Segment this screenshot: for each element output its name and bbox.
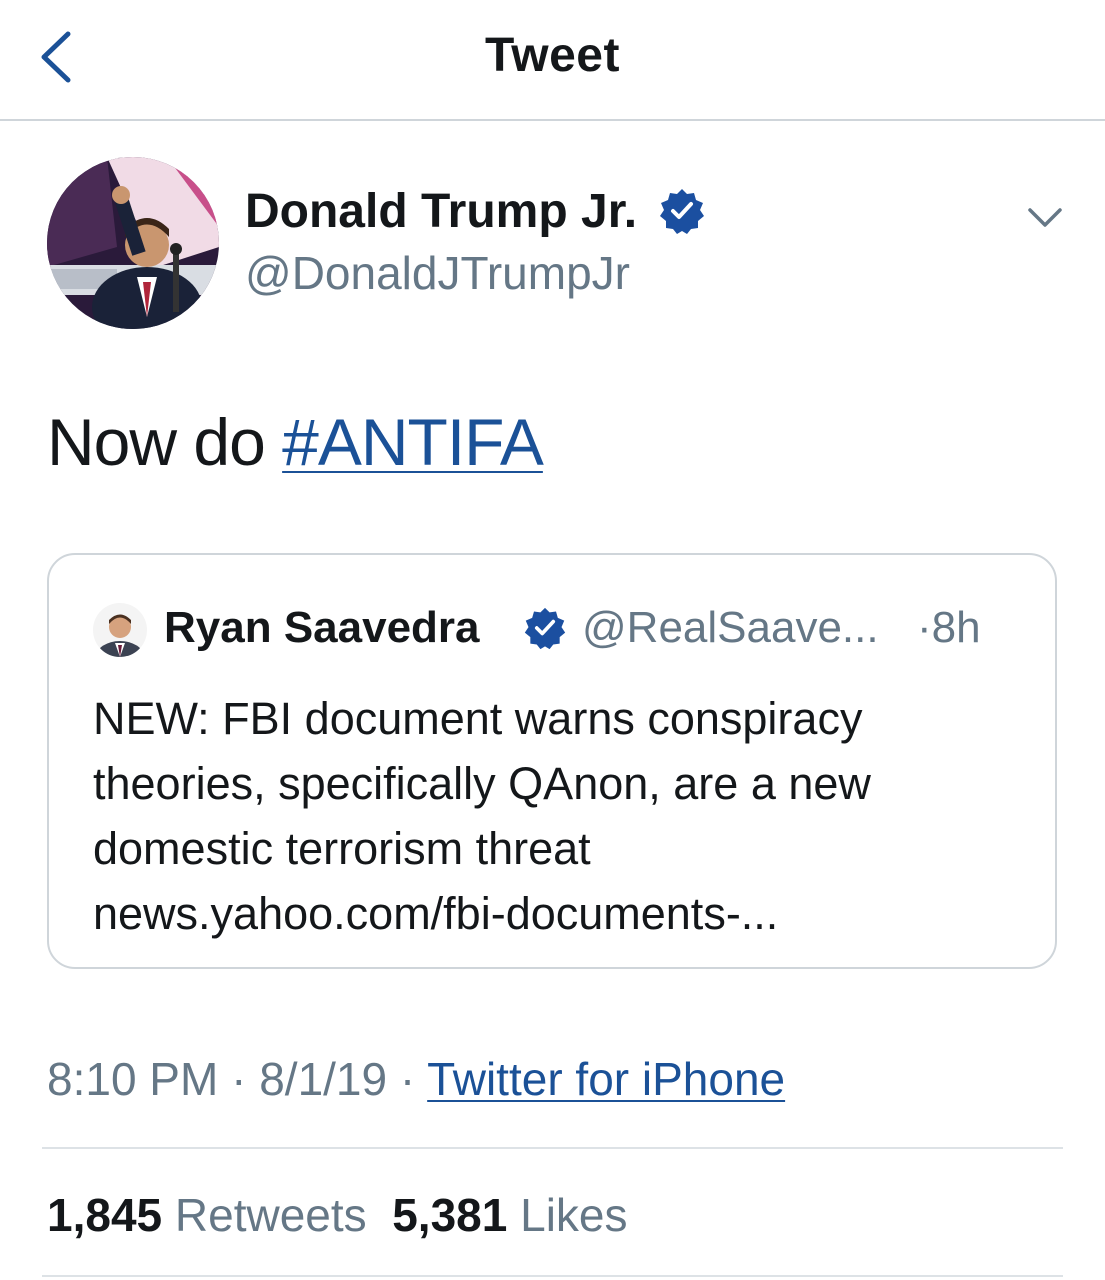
- tweet-stats: 1,845 Retweets 5,381 Likes: [47, 1188, 628, 1242]
- page-title: Tweet: [485, 29, 620, 82]
- quoted-link-text: news.yahoo.com/fbi-documents-...: [93, 888, 779, 939]
- meta-separator: ·: [387, 1053, 428, 1105]
- retweets-count: 1,845: [47, 1189, 163, 1241]
- nav-header: Tweet: [0, 0, 1105, 121]
- quoted-timestamp: ·8h: [917, 603, 981, 652]
- source-link[interactable]: Twitter for iPhone: [427, 1053, 785, 1105]
- verified-badge-icon: [524, 607, 566, 650]
- hashtag-link[interactable]: #ANTIFA: [282, 405, 544, 479]
- avatar-image: [47, 157, 219, 329]
- author-name[interactable]: Donald Trump Jr.: [245, 184, 637, 239]
- divider: [42, 1147, 1063, 1149]
- divider: [42, 1275, 1063, 1277]
- tweet-text-prefix: Now do: [47, 405, 283, 479]
- tweet-meta: 8:10 PM · 8/1/19 · Twitter for iPhone: [47, 1052, 785, 1106]
- verified-badge-icon: [660, 189, 704, 234]
- tweet-menu-button[interactable]: [1020, 198, 1070, 238]
- likes-stat[interactable]: 5,381 Likes: [392, 1189, 627, 1241]
- retweets-label: Retweets: [174, 1189, 367, 1241]
- tweet-date: 8/1/19: [259, 1053, 388, 1105]
- quoted-text-line: domestic terrorism threat: [93, 823, 591, 874]
- quoted-text-line: theories, specifically QAnon, are a new: [93, 758, 871, 809]
- likes-count: 5,381: [392, 1189, 508, 1241]
- quoted-avatar-image: [93, 603, 147, 657]
- likes-label: Likes: [520, 1189, 628, 1241]
- avatar[interactable]: [47, 157, 219, 329]
- quoted-tweet-text: NEW: FBI document warns conspiracy theor…: [93, 686, 1023, 946]
- author-handle[interactable]: @DonaldJTrumpJr: [245, 246, 630, 300]
- tweet-time: 8:10 PM: [47, 1053, 219, 1105]
- quoted-tweet-card[interactable]: Ryan Saavedra @RealSaave... ·8h NEW: FBI…: [47, 553, 1057, 969]
- meta-separator: ·: [218, 1053, 260, 1105]
- quoted-avatar: [93, 603, 147, 657]
- quoted-text-line: NEW: FBI document warns conspiracy: [93, 693, 863, 744]
- tweet-detail-screen: Tweet Donald Trump Jr. @DonaldJTrumpJr N…: [0, 0, 1105, 1280]
- tweet-text: Now do #ANTIFA: [47, 404, 544, 480]
- chevron-down-icon: [1028, 208, 1062, 227]
- quoted-author-name: Ryan Saavedra: [164, 603, 480, 652]
- retweets-stat[interactable]: 1,845 Retweets: [47, 1189, 367, 1241]
- quoted-author-handle: @RealSaave...: [582, 603, 879, 652]
